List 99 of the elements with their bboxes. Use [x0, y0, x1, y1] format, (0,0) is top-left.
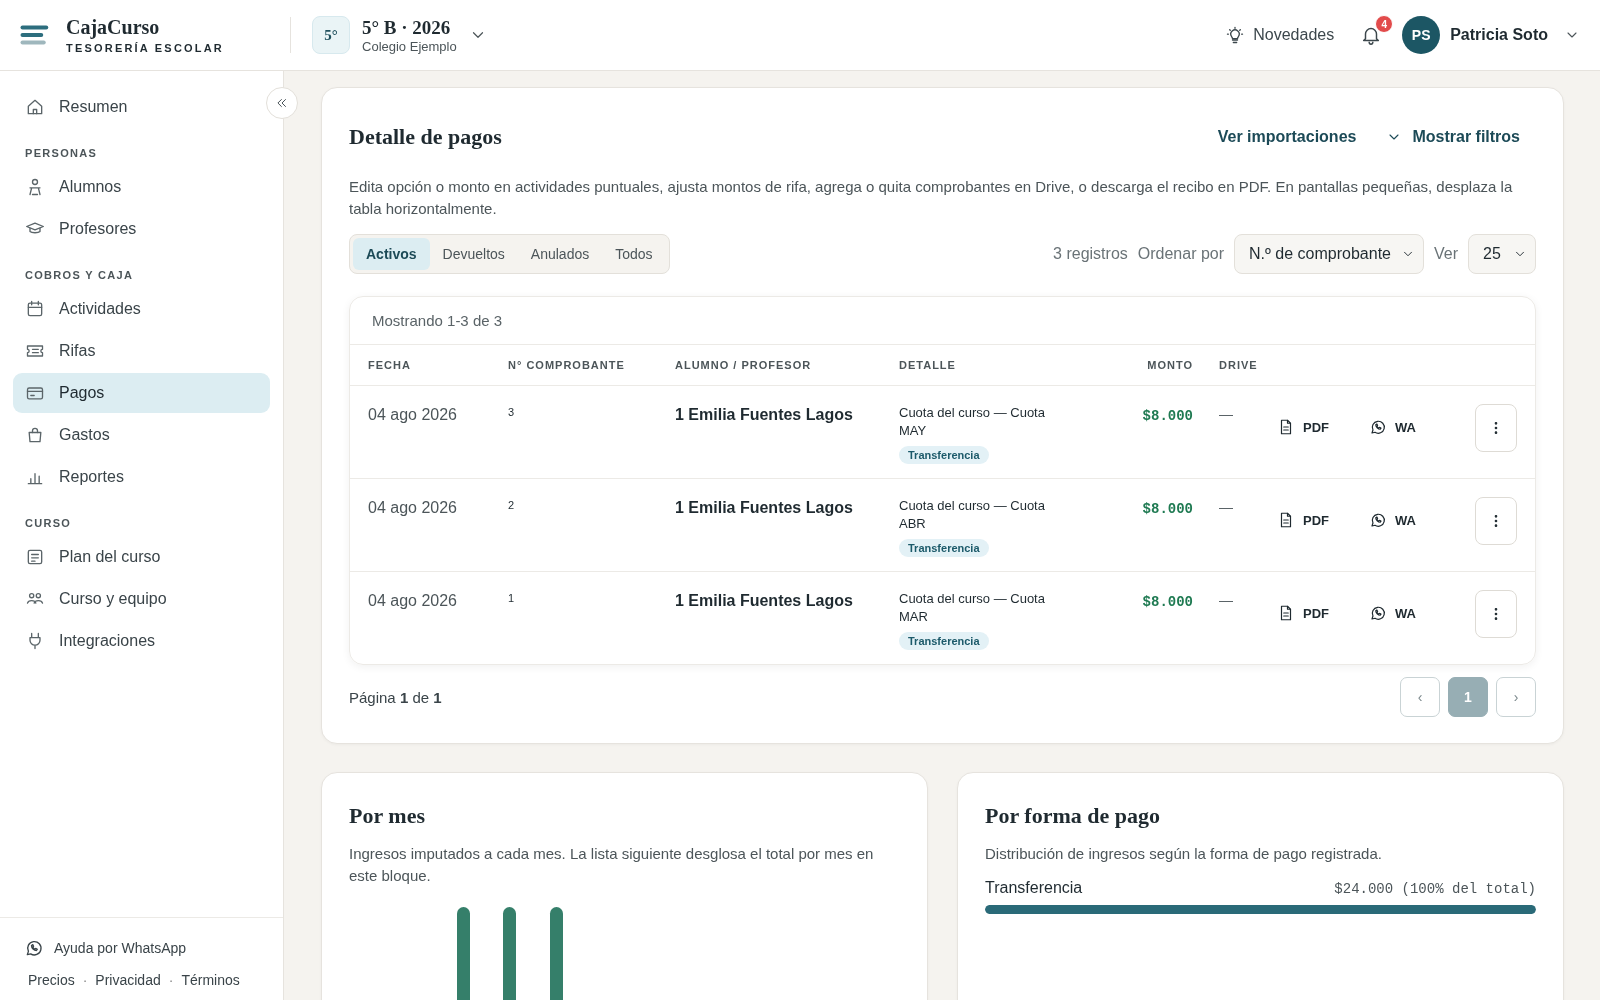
sort-dropdown[interactable]: N.º de comprobante — [1234, 234, 1424, 274]
imports-link[interactable]: Ver importaciones — [1217, 128, 1357, 146]
status-tab[interactable]: Activos — [353, 238, 430, 270]
chat-bubble-icon — [1369, 511, 1387, 529]
table-caption: Mostrando 1-3 de 3 — [350, 297, 1535, 345]
school-name: Colegio Ejemplo — [362, 38, 457, 54]
column-header: DRIVE — [1218, 359, 1259, 371]
brand-name: CajaCurso — [66, 16, 161, 39]
payment-method-tag: Transferencia — [899, 539, 989, 557]
course-title: 5° B · 2026 — [362, 16, 452, 39]
page-size-label: Ver — [1434, 245, 1458, 263]
payment-method-tag: Transferencia — [899, 632, 989, 650]
page-size-dropdown[interactable]: 25 — [1468, 234, 1536, 274]
more-button[interactable] — [1475, 404, 1517, 452]
help-link[interactable]: Ayuda por WhatsApp — [24, 938, 259, 958]
section-heading: COBROS Y CAJA — [24, 268, 135, 283]
table-cell-text: 04 ago 2026 — [368, 591, 458, 610]
filters-button[interactable]: Mostrar filtros — [1386, 128, 1520, 146]
table-cell-text: 1 Emilia Fuentes Lagos — [675, 498, 854, 517]
pdf-button[interactable]: PDF — [1277, 418, 1329, 436]
sidebar-item[interactable]: Pagos — [13, 373, 270, 413]
section-title: Detalle de pagos — [349, 124, 502, 150]
table-cell-text: $8.000 — [1141, 593, 1193, 610]
whatsapp-button[interactable]: WA — [1369, 418, 1416, 436]
chat-bubble-icon — [24, 938, 44, 958]
description: Ingresos imputados a cada mes. La lista siguiente desglosa el total por mes en este bloque. — [349, 844, 875, 886]
table-cell-text: 1 Emilia Fuentes Lagos — [675, 591, 854, 610]
table-cell-text: Cuota del curso — Cuota MAR — [899, 590, 1046, 626]
next-page-button[interactable]: › — [1496, 677, 1536, 717]
description: Edita opción o monto en actividades puntuales, ajusta montos de rifa, agrega o quita comprobantes en Drive, o descarga el recibo en PDF. En pantallas pequeñas, desplaza la tabla horizontalmente. — [349, 177, 1514, 219]
course-selector[interactable]: 5° 5° B · 2026 Colegio Ejemplo — [312, 16, 487, 54]
notification-count: 4 — [1375, 15, 1394, 33]
sidebar-item[interactable]: Alumnos — [13, 167, 270, 207]
more-button[interactable] — [1475, 497, 1517, 545]
avatar: PS — [1402, 16, 1441, 54]
section-title: Por forma de pago — [985, 803, 1161, 829]
section-heading: PERSONAS — [24, 146, 99, 161]
footer-link[interactable]: Precios — [28, 972, 75, 988]
status-tab[interactable]: Anulados — [517, 238, 603, 270]
calendar-icon — [25, 299, 45, 319]
table-cell-text: Cuota del curso — Cuota ABR — [899, 497, 1046, 533]
section-title: Por mes — [349, 803, 426, 829]
previous-page-button[interactable]: ‹ — [1400, 677, 1440, 717]
table-cell-text: $8.000 — [1141, 407, 1193, 424]
table-cell-text: 2 — [508, 498, 516, 511]
payment-method-tag: Transferencia — [899, 446, 989, 464]
method-label: Transferencia — [985, 879, 1083, 897]
table-cell-text: 04 ago 2026 — [368, 498, 458, 517]
sidebar-item[interactable]: Gastos — [13, 415, 270, 455]
column-header: N° COMPROBANTE — [508, 359, 626, 371]
sidebar-item[interactable]: Plan del curso — [13, 537, 270, 577]
column-header: FECHA — [368, 359, 412, 371]
brand-tagline: TESORERÍA ESCOLAR — [66, 42, 224, 54]
table-cell-text: — — [1218, 591, 1234, 608]
description: Distribución de ingresos según la forma de pago registrada. — [985, 844, 1383, 864]
separator: · — [168, 972, 174, 988]
pdf-button[interactable]: PDF — [1277, 511, 1329, 529]
chat-bubble-icon — [1369, 604, 1387, 622]
sidebar-item[interactable]: Rifas — [13, 331, 270, 371]
sidebar-item[interactable]: Integraciones — [13, 621, 270, 661]
more-button[interactable] — [1475, 590, 1517, 638]
separator: · — [82, 972, 88, 988]
sidebar-item[interactable]: Resumen — [13, 87, 270, 127]
column-header: ALUMNO / PROFESOR — [675, 359, 813, 371]
sidebar-item[interactable]: Curso y equipo — [13, 579, 270, 619]
table-cell-text: — — [1218, 498, 1234, 515]
sidebar-item[interactable]: Reportes — [13, 457, 270, 497]
lightbulb-icon — [1225, 25, 1246, 45]
whatsapp-button[interactable]: WA — [1369, 604, 1416, 622]
status-tab[interactable]: Devueltos — [429, 238, 518, 270]
sort-label: Ordenar por — [1137, 245, 1225, 263]
document-icon — [25, 547, 45, 567]
table-cell-text: 3 — [508, 405, 516, 418]
sidebar-item[interactable]: Actividades — [13, 289, 270, 329]
table-cell-text: Cuota del curso — Cuota MAY — [899, 404, 1046, 440]
column-header: DETALLE — [899, 359, 957, 371]
whatsapp-button[interactable]: WA — [1369, 511, 1416, 529]
chat-bubble-icon — [1369, 418, 1387, 436]
user-menu[interactable]: PS Patricia Soto — [1402, 16, 1580, 54]
home-icon — [25, 97, 45, 117]
table-cell-text: — — [1218, 405, 1234, 422]
course-badge: 5° — [312, 16, 350, 54]
record-count: 3 registros — [1053, 245, 1128, 263]
footer-link[interactable]: Privacidad — [95, 972, 161, 988]
method-amount: $24.000 (100% del total) — [1334, 881, 1536, 897]
user-name: Patricia Soto — [1450, 26, 1548, 44]
table-cell-text: 1 Emilia Fuentes Lagos — [675, 405, 854, 424]
news-button[interactable]: Novedades — [1225, 25, 1335, 45]
column-header: MONTO — [1146, 359, 1193, 371]
footer-link[interactable]: Términos — [181, 972, 240, 988]
pdf-button[interactable]: PDF — [1277, 604, 1329, 622]
double-chevron-left-icon — [275, 96, 289, 110]
table-cell-text: $8.000 — [1141, 500, 1193, 517]
sidebar-item[interactable]: Profesores — [13, 209, 270, 249]
page-indicator: Página 1 de 1 — [349, 688, 442, 706]
section-heading: CURSO — [24, 516, 73, 531]
table-cell-text: 04 ago 2026 — [368, 405, 458, 424]
status-tab[interactable]: Todos — [602, 238, 666, 270]
table-cell-text: 1 — [508, 591, 516, 604]
